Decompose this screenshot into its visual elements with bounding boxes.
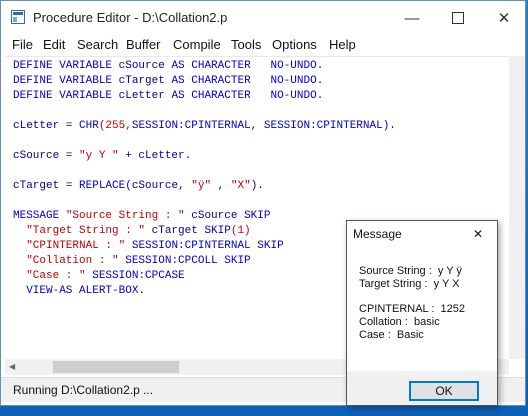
menu-edit[interactable]: Edit	[43, 37, 65, 52]
minimize-button[interactable]: —	[389, 1, 435, 35]
minimize-icon: —	[404, 9, 420, 27]
code-line: MESSAGE "Source String : " cSource SKIP	[13, 210, 271, 222]
title-bar: Procedure Editor - D:\Collation2.p — ✕	[1, 1, 525, 35]
app-icon	[11, 10, 25, 24]
scroll-thumb[interactable]	[53, 361, 179, 373]
dialog-body: Source String : y Y ÿ Target String : y …	[347, 247, 497, 371]
menu-file[interactable]: File	[12, 37, 33, 52]
code-line: DEFINE VARIABLE cLetter AS CHARACTER NO-…	[13, 90, 324, 102]
message-line: Collation : basic	[359, 316, 440, 328]
menu-help[interactable]: Help	[329, 37, 356, 52]
code-line: DEFINE VARIABLE cSource AS CHARACTER NO-…	[13, 60, 324, 72]
close-icon: ✕	[473, 227, 484, 241]
code-line: "CPINTERNAL : " SESSION:CPINTERNAL SKIP	[26, 240, 284, 252]
code-line: cSource = "y Y " + cLetter.	[13, 150, 192, 162]
message-line: Target String : y Y X	[359, 278, 460, 290]
code-line: "Target String : " cTarget SKIP(1)	[26, 225, 251, 237]
code-line: cLetter = CHR(255,SESSION:CPINTERNAL, SE…	[13, 120, 396, 132]
vertical-scrollbar[interactable]	[509, 56, 525, 359]
dialog-title: Message	[353, 227, 402, 241]
ok-button[interactable]: OK	[409, 381, 479, 401]
maximize-button[interactable]	[435, 1, 481, 35]
maximize-icon	[452, 12, 464, 24]
dialog-title-bar: Message ✕	[347, 221, 497, 247]
menu-bar: File Edit Search Buffer Compile Tools Op…	[1, 35, 525, 55]
menu-tools[interactable]: Tools	[231, 37, 261, 52]
menu-compile[interactable]: Compile	[173, 37, 221, 52]
message-line: CPINTERNAL : 1252	[359, 303, 465, 315]
dialog-close-button[interactable]: ✕	[467, 221, 497, 247]
menu-buffer[interactable]: Buffer	[126, 37, 160, 52]
close-button[interactable]: ✕	[481, 1, 527, 35]
code-line: "Collation : " SESSION:CPCOLL SKIP	[26, 255, 251, 267]
menu-options[interactable]: Options	[272, 37, 317, 52]
status-text: Running D:\Collation2.p ...	[13, 383, 154, 397]
close-icon: ✕	[497, 10, 511, 27]
message-line: Case : Basic	[359, 329, 424, 341]
code-line: "Case : " SESSION:CPCASE	[26, 270, 185, 282]
message-line: Source String : y Y ÿ	[359, 265, 462, 277]
scroll-left-icon[interactable]: ◀	[9, 362, 15, 371]
menu-search[interactable]: Search	[77, 37, 118, 52]
code-line: DEFINE VARIABLE cTarget AS CHARACTER NO-…	[13, 75, 324, 87]
code-line: VIEW-AS ALERT-BOX.	[26, 285, 146, 297]
window-title: Procedure Editor - D:\Collation2.p	[33, 10, 228, 25]
message-dialog: Message ✕ Source String : y Y ÿ Target S…	[346, 220, 498, 406]
code-line: cTarget = REPLACE(cSource, "ÿ" , "X").	[13, 180, 264, 192]
